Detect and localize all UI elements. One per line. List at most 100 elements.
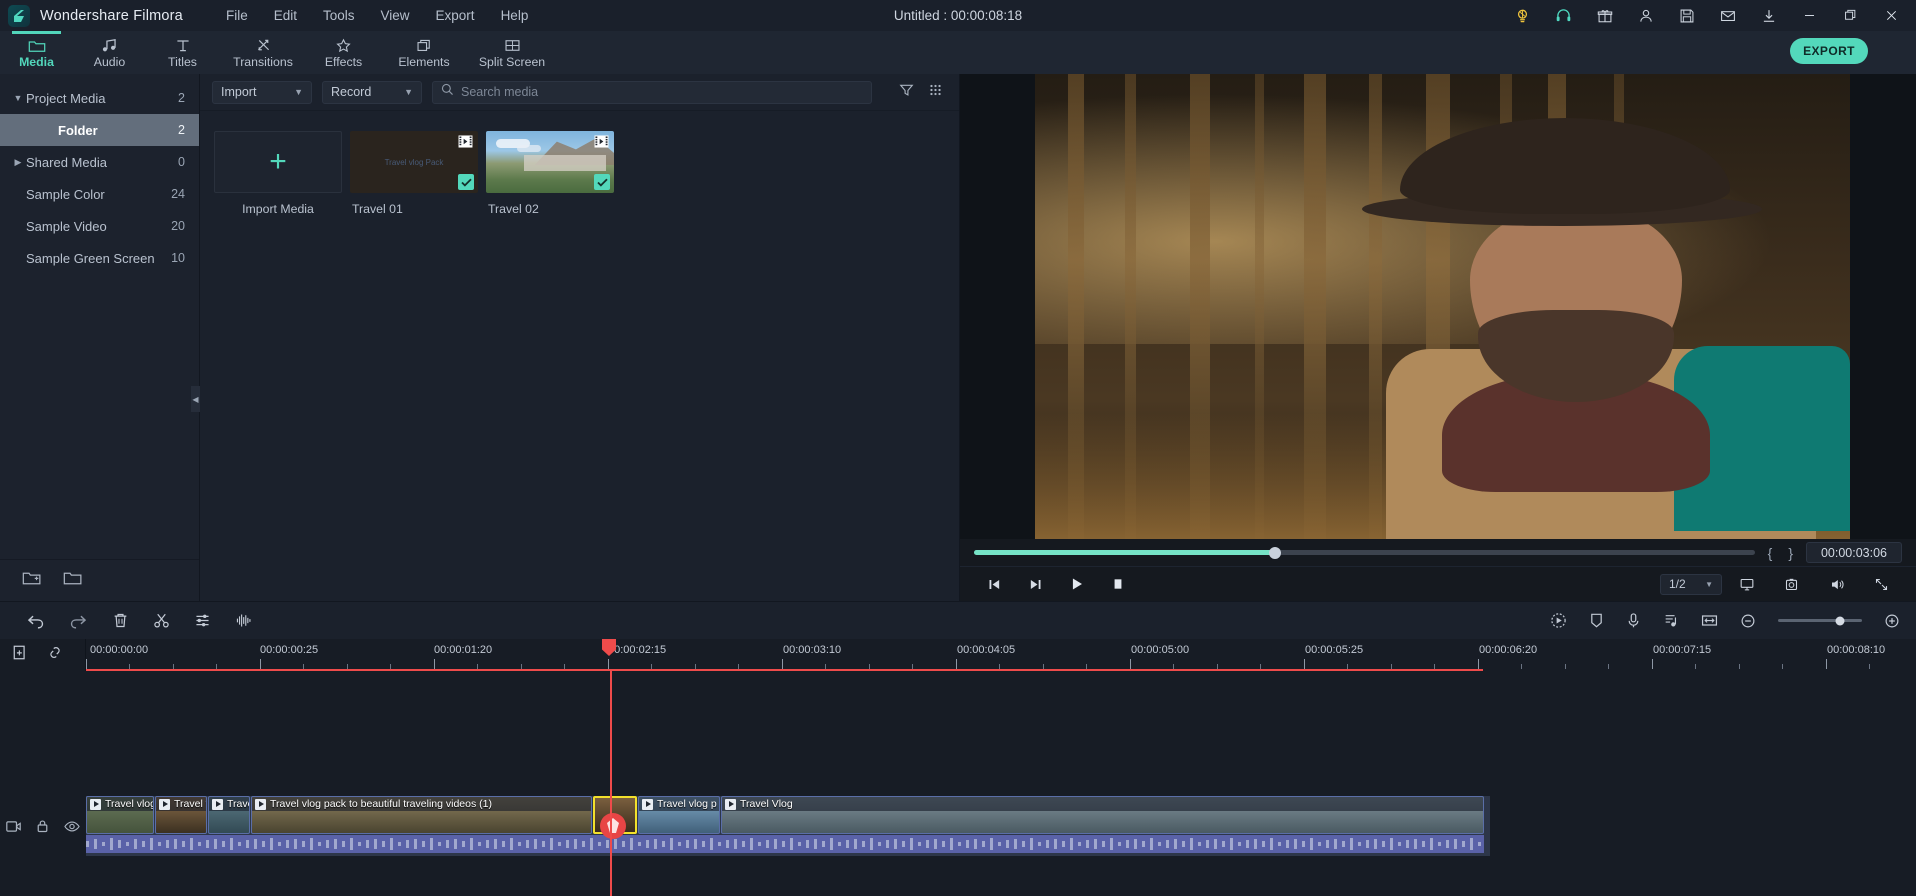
menu-view[interactable]: View <box>368 0 423 31</box>
search-input[interactable] <box>461 85 863 99</box>
sidebar-item-folder[interactable]: Folder 2 <box>0 114 199 146</box>
new-folder-icon[interactable] <box>22 570 41 591</box>
tab-effects[interactable]: Effects <box>307 31 380 74</box>
account-icon[interactable] <box>1625 0 1666 31</box>
zoom-in-icon[interactable] <box>1884 613 1900 629</box>
snapshot-camera-icon[interactable] <box>1771 567 1812 602</box>
tab-media[interactable]: Media <box>0 31 73 74</box>
tab-elements[interactable]: Elements <box>380 31 468 74</box>
undo-icon[interactable] <box>26 612 45 629</box>
import-dropdown[interactable]: Import ▼ <box>212 80 312 104</box>
ruler-tick-label: 00:00:04:05 <box>957 644 1016 656</box>
display-settings-icon[interactable] <box>1726 567 1767 602</box>
record-voiceover-icon[interactable] <box>1550 612 1567 629</box>
timeline-clip[interactable]: Travel vlog <box>86 796 154 834</box>
next-frame-button[interactable] <box>1015 567 1056 602</box>
fit-to-timeline-icon[interactable] <box>1701 613 1718 628</box>
track-video-icon[interactable] <box>6 820 21 838</box>
track-eye-icon[interactable] <box>64 820 80 838</box>
chevron-right-icon[interactable]: ▶ <box>10 157 26 168</box>
sidebar-item-label: Shared Media <box>26 154 107 170</box>
seek-slider[interactable] <box>974 546 1755 559</box>
tab-audio[interactable]: Audio <box>73 31 146 74</box>
add-track-icon[interactable] <box>12 644 29 666</box>
video-preview[interactable] <box>960 74 1916 539</box>
delete-trash-icon[interactable] <box>112 612 129 629</box>
selected-check-icon[interactable] <box>594 174 610 190</box>
menu-file[interactable]: File <box>213 0 261 31</box>
menu-edit[interactable]: Edit <box>261 0 310 31</box>
open-folder-icon[interactable] <box>63 570 82 591</box>
save-icon[interactable] <box>1666 0 1707 31</box>
menu-help[interactable]: Help <box>488 0 542 31</box>
headset-icon[interactable] <box>1543 0 1584 31</box>
selected-check-icon[interactable] <box>458 174 474 190</box>
zoom-out-icon[interactable] <box>1740 613 1756 629</box>
download-icon[interactable] <box>1748 0 1789 31</box>
maximize-icon[interactable] <box>1830 0 1871 31</box>
media-item-travel-01[interactable]: Travel vlog Pack Travel 01 <box>350 131 478 216</box>
media-item-travel-02[interactable]: Travel 02 <box>486 131 614 216</box>
lightbulb-icon[interactable] <box>1502 0 1543 31</box>
sidebar-item-label: Sample Green Screen <box>26 250 155 266</box>
sidebar-item-project-media[interactable]: ▼ Project Media 2 <box>0 82 199 114</box>
audio-mixer-icon[interactable] <box>1663 612 1679 629</box>
tab-split-screen[interactable]: Split Screen <box>468 31 556 74</box>
timeline-clip[interactable]: Travel Vlog <box>721 796 1484 834</box>
play-button[interactable] <box>1056 567 1097 602</box>
track-2-audio-waveform[interactable] <box>86 835 1484 853</box>
prev-frame-button[interactable] <box>974 567 1015 602</box>
zoom-slider-handle[interactable] <box>1835 616 1845 625</box>
timeline-clip[interactable]: Travel v <box>208 796 250 834</box>
timeline-zoom-slider[interactable] <box>1778 616 1862 625</box>
media-thumbnail[interactable]: Travel vlog Pack <box>350 131 478 193</box>
playback-quality-dropdown[interactable]: 1/2 ▼ <box>1660 573 1722 595</box>
sidebar-item-shared-media[interactable]: ▶ Shared Media 0 <box>0 146 199 178</box>
minimize-icon[interactable] <box>1789 0 1830 31</box>
filter-icon[interactable] <box>899 83 914 102</box>
record-dropdown[interactable]: Record ▼ <box>322 80 422 104</box>
sidebar-collapse-handle[interactable]: ◀ <box>191 386 200 412</box>
sidebar-item-sample-color[interactable]: Sample Color 24 <box>0 178 199 210</box>
plus-icon: + <box>269 145 287 178</box>
sidebar-item-sample-video[interactable]: Sample Video 20 <box>0 210 199 242</box>
tab-transitions[interactable]: Transitions <box>219 31 307 74</box>
import-media-thumb[interactable]: + <box>214 131 342 193</box>
stop-button[interactable] <box>1097 567 1138 602</box>
gift-icon[interactable] <box>1584 0 1625 31</box>
timeline-clip[interactable]: Travel vl <box>155 796 207 834</box>
grid-view-icon[interactable] <box>928 83 943 102</box>
volume-icon[interactable] <box>1816 567 1857 602</box>
media-item-label: Import Media <box>242 202 314 216</box>
split-scissors-icon[interactable] <box>153 612 170 629</box>
microphone-icon[interactable] <box>1626 612 1641 629</box>
fullscreen-icon[interactable] <box>1861 567 1902 602</box>
menu-tools[interactable]: Tools <box>310 0 368 31</box>
sidebar-item-sample-green-screen[interactable]: Sample Green Screen 10 <box>0 242 199 274</box>
emoji-sticker-marker[interactable] <box>600 813 626 839</box>
timeline-body[interactable]: Travel vlog Travel vl Travel v Travel vl… <box>0 671 1916 896</box>
media-thumbnail[interactable] <box>486 131 614 193</box>
search-media-field[interactable] <box>432 80 872 104</box>
track-lock-icon[interactable] <box>36 819 49 838</box>
timeline-clip[interactable]: Travel vlog pack to beautiful traveling … <box>251 796 592 834</box>
audio-detach-icon[interactable] <box>235 612 252 629</box>
redo-icon[interactable] <box>69 612 88 629</box>
marker-icon[interactable] <box>1589 612 1604 629</box>
mail-icon[interactable] <box>1707 0 1748 31</box>
timeline-clip[interactable]: Travel vlog p <box>638 796 720 834</box>
tab-titles[interactable]: Titles <box>146 31 219 74</box>
media-item-import[interactable]: + Import Media <box>214 131 342 216</box>
menu-export[interactable]: Export <box>423 0 488 31</box>
seek-handle[interactable] <box>1268 546 1281 559</box>
timeline-ruler[interactable]: 00:00:00:00 00:00:00:25 00:00:01:20 00:0… <box>86 639 1916 671</box>
close-icon[interactable] <box>1871 0 1912 31</box>
link-clips-icon[interactable] <box>47 644 63 666</box>
mark-out-icon[interactable]: } <box>1785 545 1796 561</box>
media-item-label: Travel 01 <box>352 202 403 216</box>
timeline-toolbar <box>0 601 1916 639</box>
mark-in-icon[interactable]: { <box>1765 545 1776 561</box>
adjust-sliders-icon[interactable] <box>194 612 211 629</box>
chevron-down-icon[interactable]: ▼ <box>10 93 26 103</box>
export-button[interactable]: EXPORT <box>1790 38 1868 64</box>
